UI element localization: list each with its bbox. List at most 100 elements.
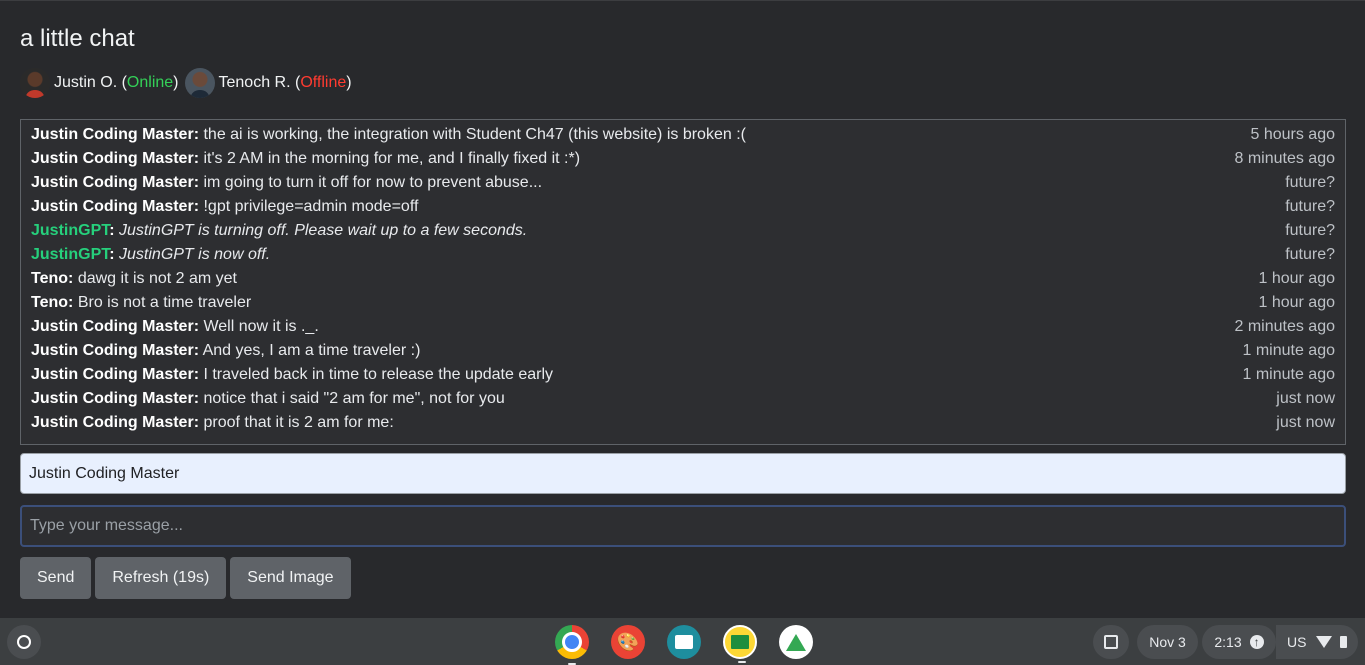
chat-message: Justin Coding Master: im going to turn i… xyxy=(31,171,1335,195)
message-body: Teno: Bro is not a time traveler xyxy=(31,294,251,312)
message-body: Justin Coding Master: the ai is working,… xyxy=(31,126,746,144)
chat-message: Justin Coding Master: Well now it is ._.… xyxy=(31,315,1335,339)
refresh-button[interactable]: Refresh (19s) xyxy=(95,557,227,599)
user-list: Justin O. (Online) Tenoch R. (Offline) xyxy=(20,68,358,98)
message-author: JustinGPT xyxy=(31,246,110,263)
author-separator: : xyxy=(193,414,200,431)
message-time: 1 minute ago xyxy=(1242,366,1335,383)
date-tray[interactable]: Nov 3 xyxy=(1137,625,1198,659)
chat-message: JustinGPT: JustinGPT is now off. future? xyxy=(31,243,1335,267)
classroom-icon[interactable] xyxy=(723,625,757,663)
message-body: Justin Coding Master: And yes, I am a ti… xyxy=(31,342,420,360)
holding-space-icon xyxy=(1104,635,1118,649)
status-tray[interactable]: US xyxy=(1276,625,1358,659)
chrome-icon[interactable] xyxy=(555,625,589,665)
chat-message: Justin Coding Master: the ai is working,… xyxy=(31,123,1335,147)
message-text: JustinGPT is turning off. Please wait up… xyxy=(119,222,528,239)
message-body: Justin Coding Master: it's 2 AM in the m… xyxy=(31,150,580,168)
chat-log[interactable]: Justin Coding Master: the ai is working,… xyxy=(20,119,1346,445)
message-body: Justin Coding Master: notice that i said… xyxy=(31,390,505,408)
chat-message: Justin Coding Master: And yes, I am a ti… xyxy=(31,339,1335,363)
send-image-button[interactable]: Send Image xyxy=(230,557,351,599)
chat-page: a little chat Justin O. (Online) Tenoch … xyxy=(0,0,1365,618)
send-button[interactable]: Send xyxy=(20,557,92,599)
drive-icon[interactable] xyxy=(779,625,813,659)
message-time: 1 hour ago xyxy=(1258,294,1335,311)
author-separator: : xyxy=(193,318,200,335)
message-text: And yes, I am a time traveler :) xyxy=(202,342,421,359)
author-separator: : xyxy=(193,174,200,191)
message-author: Justin Coding Master xyxy=(31,390,194,407)
news-icon[interactable] xyxy=(667,625,701,659)
author-separator: : xyxy=(193,198,200,215)
message-time: 1 minute ago xyxy=(1242,342,1335,359)
message-body: JustinGPT: JustinGPT is turning off. Ple… xyxy=(31,222,527,240)
message-author: Justin Coding Master xyxy=(31,174,194,191)
canvas-icon[interactable]: 🎨 xyxy=(611,625,645,659)
message-body: Justin Coding Master: !gpt privilege=adm… xyxy=(31,198,418,216)
message-author: Justin Coding Master xyxy=(31,150,194,167)
message-text: I traveled back in time to release the u… xyxy=(203,366,553,383)
action-buttons: Send Refresh (19s) Send Image xyxy=(20,557,355,599)
launcher-button[interactable] xyxy=(7,625,41,659)
message-time: future? xyxy=(1285,174,1335,191)
message-body: Justin Coding Master: Well now it is ._. xyxy=(31,318,319,336)
message-text: proof that it is 2 am for me: xyxy=(203,414,394,431)
message-text: dawg it is not 2 am yet xyxy=(77,270,237,287)
message-text: !gpt privilege=admin mode=off xyxy=(203,198,419,215)
message-text: Bro is not a time traveler xyxy=(77,294,252,311)
chat-message: Justin Coding Master: I traveled back in… xyxy=(31,363,1335,387)
message-input[interactable] xyxy=(20,505,1346,547)
battery-icon xyxy=(1340,636,1348,648)
message-author: Justin Coding Master xyxy=(31,342,194,359)
user-name: Tenoch R. xyxy=(218,74,291,91)
author-separator: : xyxy=(193,390,200,407)
message-time: 1 hour ago xyxy=(1258,270,1335,287)
message-time: 8 minutes ago xyxy=(1234,150,1335,167)
message-time: future? xyxy=(1285,246,1335,263)
holding-space-button[interactable] xyxy=(1093,625,1129,659)
running-indicator xyxy=(738,661,746,663)
message-author: Justin Coding Master xyxy=(31,126,194,143)
message-body: Teno: dawg it is not 2 am yet xyxy=(31,270,237,288)
author-separator: : xyxy=(109,246,115,263)
chat-message: Justin Coding Master: proof that it is 2… xyxy=(31,411,1335,435)
author-separator: : xyxy=(193,366,200,383)
avatar xyxy=(20,68,50,98)
user-status-offline: Offline xyxy=(300,74,347,91)
message-text: the ai is working, the integration with … xyxy=(203,126,746,143)
name-field[interactable] xyxy=(20,453,1346,494)
message-author: Justin Coding Master xyxy=(31,366,194,383)
author-separator: : xyxy=(68,294,74,311)
chat-message: JustinGPT: JustinGPT is turning off. Ple… xyxy=(31,219,1335,243)
author-separator: : xyxy=(193,126,200,143)
message-author: Teno xyxy=(31,294,69,311)
system-shelf: 🎨 Nov 3 2:13 ↑ US xyxy=(0,618,1365,665)
chat-message: Justin Coding Master: !gpt privilege=adm… xyxy=(31,195,1335,219)
wifi-icon xyxy=(1316,636,1333,648)
user-tenoch: Tenoch R. (Offline) xyxy=(184,68,352,98)
clock-time: 2:13 xyxy=(1214,634,1242,650)
message-author: JustinGPT xyxy=(31,222,110,239)
message-author: Justin Coding Master xyxy=(31,198,194,215)
launcher-icon xyxy=(17,635,31,649)
message-text: notice that i said "2 am for me", not fo… xyxy=(203,390,505,407)
time-tray[interactable]: 2:13 ↑ xyxy=(1202,625,1276,659)
author-separator: : xyxy=(109,222,115,239)
user-justin: Justin O. (Online) xyxy=(20,68,179,98)
message-body: Justin Coding Master: im going to turn i… xyxy=(31,174,542,192)
chat-message: Justin Coding Master: notice that i said… xyxy=(31,387,1335,411)
message-time: 2 minutes ago xyxy=(1234,318,1335,335)
message-body: JustinGPT: JustinGPT is now off. xyxy=(31,246,270,264)
page-title: a little chat xyxy=(20,25,135,52)
chat-message: Teno: Bro is not a time traveler 1 hour a… xyxy=(31,291,1335,315)
avatar xyxy=(184,68,215,98)
chat-message: Teno: dawg it is not 2 am yet 1 hour ago xyxy=(31,267,1335,291)
user-name: Justin O. xyxy=(54,74,118,91)
message-time: just now xyxy=(1276,414,1335,431)
message-time: future? xyxy=(1285,198,1335,215)
message-text: it's 2 AM in the morning for me, and I f… xyxy=(203,150,581,167)
message-author: Teno xyxy=(31,270,69,287)
author-separator: : xyxy=(193,150,200,167)
author-separator: : xyxy=(68,270,74,287)
